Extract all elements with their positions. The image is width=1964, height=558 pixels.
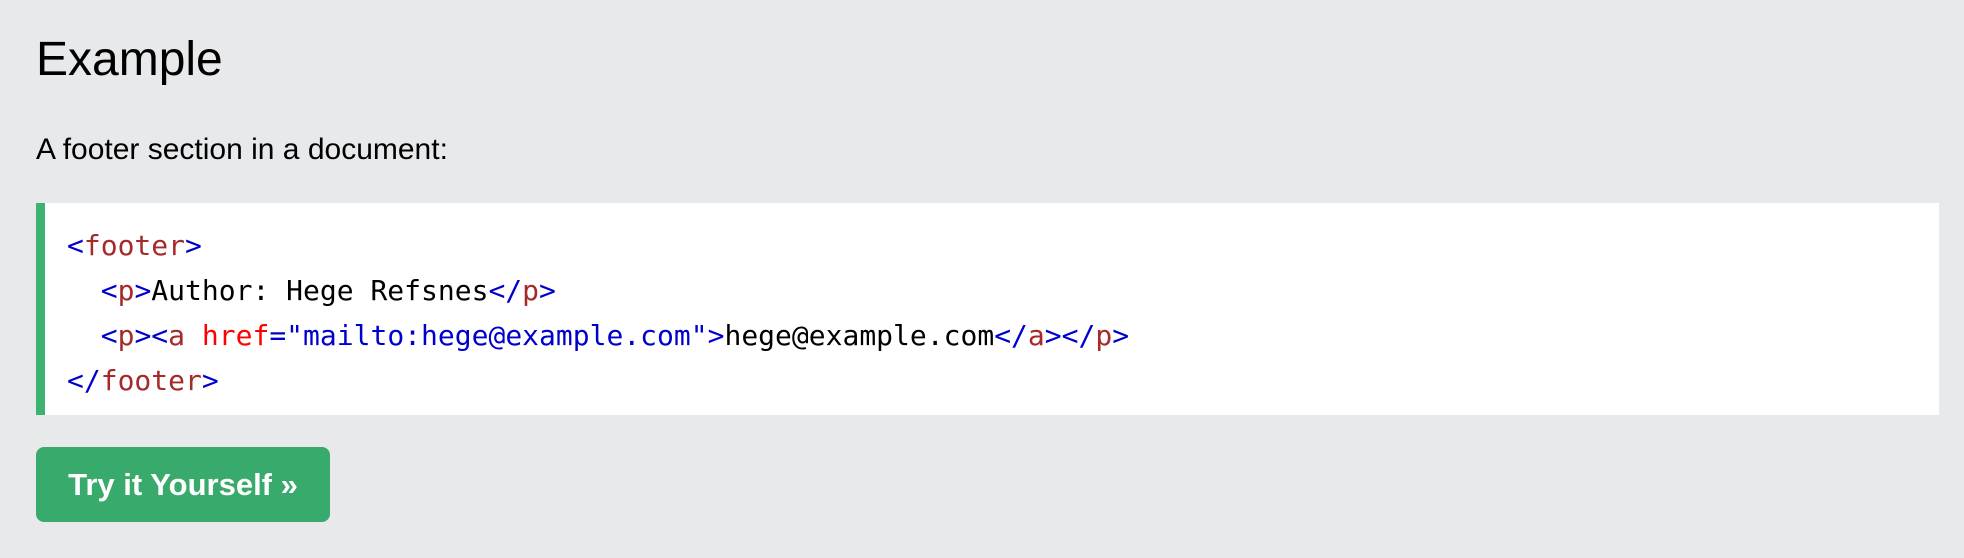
page-title: Example: [36, 33, 223, 86]
tag-bracket: <: [100, 274, 118, 307]
tag-name: p: [1095, 319, 1113, 352]
tag-name: p: [522, 274, 540, 307]
tag-bracket: >: [707, 319, 725, 352]
tag-bracket: >: [134, 274, 152, 307]
code-line-2: <p>Author: Hege Refsnes</p>: [67, 268, 1939, 313]
tag-bracket: >: [134, 319, 152, 352]
tag-bracket: </: [994, 319, 1028, 352]
tag-bracket: <: [67, 229, 84, 262]
tag-bracket: >: [201, 364, 219, 397]
tag-bracket: >: [1112, 319, 1130, 352]
code-text: Author: Hege Refsnes: [151, 274, 489, 307]
try-it-yourself-button[interactable]: Try it Yourself »: [36, 447, 330, 522]
tag-bracket: </: [488, 274, 523, 307]
tag-name: a: [168, 319, 186, 352]
attribute-value: "mailto:hege@example.com": [286, 319, 708, 352]
tag-bracket: </: [67, 364, 101, 397]
code-line-1: <footer>: [67, 223, 1939, 268]
tag-name: p: [117, 319, 135, 352]
code-example: <footer> <p>Author: Hege Refsnes</p> <p>…: [36, 203, 1939, 415]
tag-bracket: </: [1061, 319, 1096, 352]
tag-name: footer: [83, 229, 186, 262]
tag-bracket: <: [100, 319, 118, 352]
tag-bracket: >: [1044, 319, 1062, 352]
tag-name: p: [117, 274, 135, 307]
example-description: A footer section in a document:: [36, 133, 448, 166]
attribute-equals: =: [269, 319, 287, 352]
tag-name: a: [1027, 319, 1045, 352]
tag-name: footer: [100, 364, 202, 397]
code-line-3: <p><a href="mailto:hege@example.com">heg…: [67, 313, 1939, 358]
tag-bracket: <: [151, 319, 169, 352]
attribute-name: href: [201, 319, 270, 352]
code-line-4: </footer>: [67, 358, 1939, 403]
tag-bracket: >: [539, 274, 556, 307]
tag-bracket: >: [185, 229, 202, 262]
code-link-text: hege@example.com: [724, 319, 995, 352]
